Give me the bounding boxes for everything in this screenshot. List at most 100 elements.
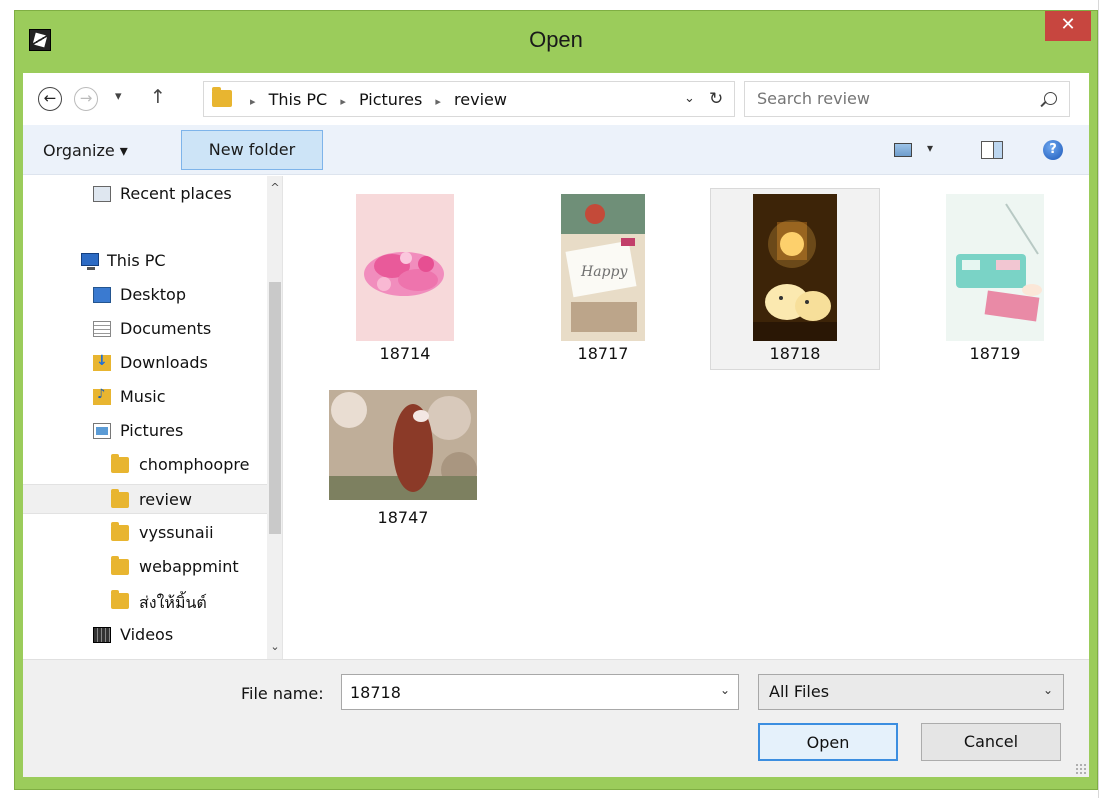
chevron-down-icon[interactable]: ⌄ xyxy=(1043,683,1053,697)
window-title: Open xyxy=(529,27,583,52)
folder-icon xyxy=(111,454,129,473)
view-options-dropdown[interactable]: ▾ xyxy=(927,141,933,155)
scrollbar-thumb[interactable] xyxy=(269,282,281,534)
file-item[interactable]: 18714 xyxy=(320,188,490,370)
refresh-icon[interactable]: ↻ xyxy=(709,89,723,109)
search-icon[interactable] xyxy=(1044,92,1057,105)
sidebar-item-thai-folder[interactable]: ส่งให้มิ้นต์ xyxy=(23,586,267,616)
desktop-icon xyxy=(93,287,111,303)
folder-icon xyxy=(111,590,129,609)
sidebar-item-music[interactable]: Music xyxy=(23,382,267,412)
music-icon xyxy=(93,387,111,405)
close-button[interactable]: ✕ xyxy=(1045,11,1091,41)
navigation-pane[interactable]: Recent places This PC Desktop Documents … xyxy=(23,176,283,659)
file-list-view[interactable]: 18714 Happy 18717 18718 18719 18747 xyxy=(284,176,1089,659)
breadcrumb-item[interactable]: Pictures xyxy=(359,90,422,109)
sidebar-item-label: Desktop xyxy=(120,285,186,304)
sidebar-item-label: This PC xyxy=(107,251,166,270)
sidebar-item-label: Music xyxy=(120,387,166,406)
background-window-left-edge xyxy=(0,0,14,798)
forward-button[interactable]: → xyxy=(74,87,98,111)
sidebar-item-label: chomphoopre xyxy=(139,455,250,474)
file-name: 18719 xyxy=(969,344,1021,363)
sidebar-item-label: ส่งให้มิ้นต์ xyxy=(139,593,207,612)
sidebar-scrollbar[interactable]: ^ ⌄ xyxy=(267,176,282,659)
svg-text:Happy: Happy xyxy=(580,264,628,280)
sidebar-item-label: Pictures xyxy=(120,421,184,440)
address-bar[interactable]: ▸ This PC ▸ Pictures ▸ review ⌄ ↻ xyxy=(203,81,735,117)
image-thumbnail: Happy xyxy=(561,194,645,341)
folder-icon xyxy=(212,87,232,107)
dialog-body: ← → ▾ ↑ ▸ This PC ▸ Pictures ▸ review ⌄ … xyxy=(23,73,1089,777)
file-item[interactable]: 18747 xyxy=(318,384,488,566)
sidebar-item-recent-places[interactable]: Recent places xyxy=(23,179,267,209)
sidebar-item-label: Documents xyxy=(120,319,212,338)
chevron-down-icon[interactable]: ⌄ xyxy=(720,683,730,697)
file-name: 18747 xyxy=(377,508,429,527)
breadcrumb-item[interactable]: This PC xyxy=(269,90,328,109)
search-box[interactable] xyxy=(744,81,1070,117)
up-button[interactable]: ↑ xyxy=(150,86,166,108)
file-name-label: File name: xyxy=(241,684,324,703)
open-button[interactable]: Open xyxy=(758,723,898,761)
breadcrumb-separator: ▸ xyxy=(250,95,256,108)
sidebar-item-review[interactable]: review xyxy=(23,484,267,514)
change-view-icon[interactable] xyxy=(894,143,912,157)
title-bar[interactable]: Open ✕ xyxy=(15,11,1097,73)
sidebar-item-label: webappmint xyxy=(139,557,239,576)
sidebar-item-downloads[interactable]: Downloads xyxy=(23,348,267,378)
folder-icon xyxy=(111,489,129,508)
background-window-right-edge xyxy=(1098,0,1110,798)
breadcrumb-separator: ▸ xyxy=(435,95,441,108)
documents-icon xyxy=(93,321,111,337)
file-name-input[interactable] xyxy=(350,683,690,702)
sidebar-item-this-pc[interactable]: This PC xyxy=(23,246,267,276)
breadcrumb-item[interactable]: review xyxy=(454,90,507,109)
help-icon[interactable]: ? xyxy=(1043,140,1063,160)
sidebar-item-chomphoopre[interactable]: chomphoopre xyxy=(23,450,267,480)
sidebar-item-videos[interactable]: Videos xyxy=(23,620,267,650)
file-type-select[interactable]: All Files ⌄ xyxy=(758,674,1064,710)
file-name: 18714 xyxy=(379,344,431,363)
command-bar: Organize ▾ New folder ▾ ? xyxy=(23,125,1089,175)
open-dialog-window: Open ✕ ← → ▾ ↑ ▸ This PC ▸ Pictures ▸ re… xyxy=(14,10,1098,790)
new-folder-button[interactable]: New folder xyxy=(181,130,323,170)
search-input[interactable] xyxy=(757,89,1017,108)
recent-locations-dropdown[interactable]: ▾ xyxy=(115,89,122,104)
folder-icon xyxy=(111,556,129,575)
computer-icon xyxy=(81,253,99,270)
sidebar-item-webappmint[interactable]: webappmint xyxy=(23,552,267,582)
address-dropdown-button[interactable]: ⌄ xyxy=(684,91,695,106)
file-name-combobox[interactable]: ⌄ xyxy=(341,674,739,710)
sidebar-item-documents[interactable]: Documents xyxy=(23,314,267,344)
cancel-button[interactable]: Cancel xyxy=(921,723,1061,761)
folder-icon xyxy=(111,522,129,541)
sidebar-item-label: vyssunaii xyxy=(139,523,214,542)
back-button[interactable]: ← xyxy=(38,87,62,111)
breadcrumb-separator: ▸ xyxy=(340,95,346,108)
sidebar-item-label: Videos xyxy=(120,625,174,644)
file-name: 18717 xyxy=(577,344,629,363)
scroll-up-arrow-icon[interactable]: ^ xyxy=(267,179,282,197)
sidebar-item-pictures[interactable]: Pictures xyxy=(23,416,267,446)
sidebar-item-vyssunaii[interactable]: vyssunaii xyxy=(23,518,267,548)
image-thumbnail xyxy=(946,194,1044,341)
downloads-icon xyxy=(93,353,111,371)
preview-pane-icon[interactable] xyxy=(981,141,1003,159)
organize-button[interactable]: Organize ▾ xyxy=(43,141,128,160)
image-thumbnail xyxy=(329,390,477,500)
scroll-down-arrow-icon[interactable]: ⌄ xyxy=(267,638,282,656)
file-name: 18718 xyxy=(769,344,821,363)
sidebar-item-label: review xyxy=(139,490,192,509)
breadcrumb: ▸ This PC ▸ Pictures ▸ review xyxy=(242,90,507,109)
dialog-footer: File name: ⌄ All Files ⌄ Open Cancel xyxy=(23,659,1089,777)
file-item[interactable]: Happy 18717 xyxy=(518,188,688,370)
file-item-selected[interactable]: 18718 xyxy=(710,188,880,370)
sidebar-item-label: Downloads xyxy=(120,353,208,372)
videos-icon xyxy=(93,627,111,643)
sidebar-item-label: Recent places xyxy=(120,184,232,203)
file-item[interactable]: 18719 xyxy=(910,188,1080,370)
image-thumbnail xyxy=(753,194,837,341)
sidebar-item-desktop[interactable]: Desktop xyxy=(23,280,267,310)
resize-grip-icon[interactable] xyxy=(1075,763,1087,775)
